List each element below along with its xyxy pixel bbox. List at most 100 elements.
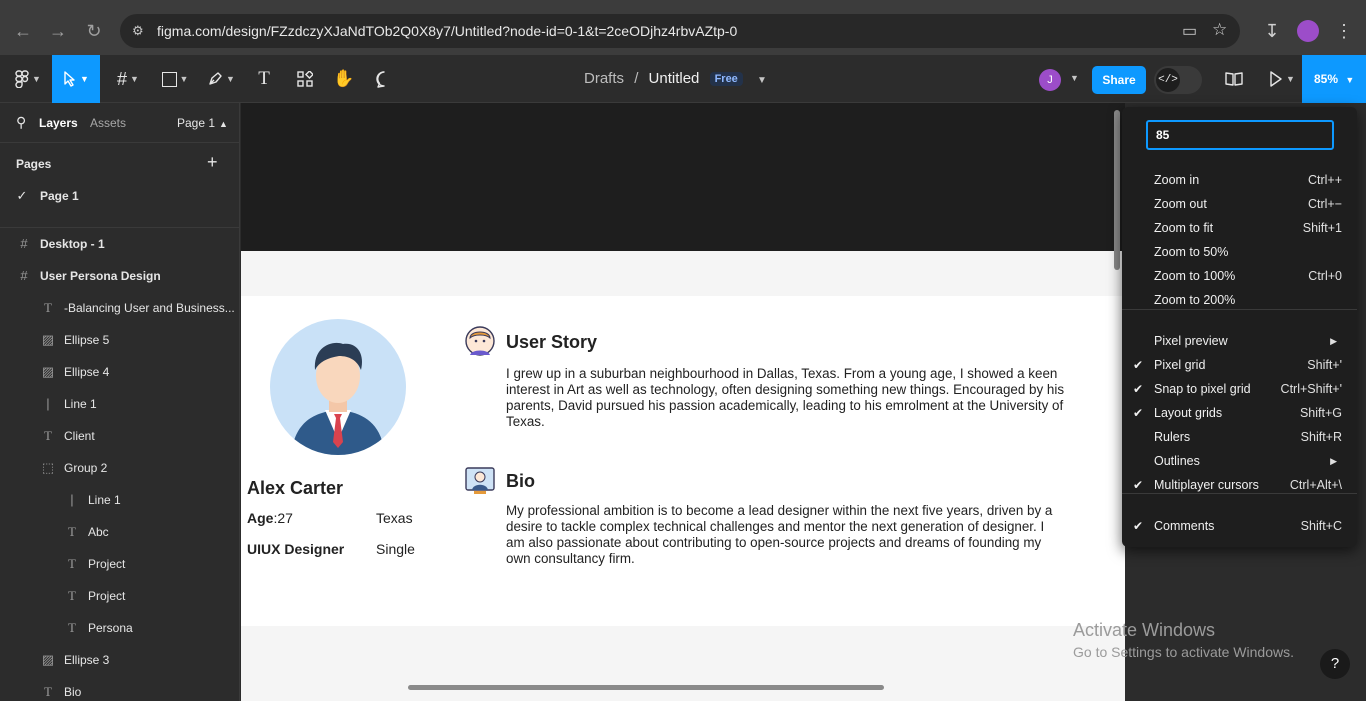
layer-row[interactable]: | Line 1 xyxy=(0,484,239,516)
zoom-menu-item[interactable]: Zoom in Ctrl++ xyxy=(1122,168,1357,192)
figma-toolbar: ▼ ▼ # ▼ ▼ ▼ T ✋ Drafts / Untitled Free ▼… xyxy=(0,55,1366,103)
chevron-down-icon: ▼ xyxy=(130,74,139,84)
dev-mode-toggle[interactable]: </> xyxy=(1154,66,1202,94)
layer-row[interactable]: T Abc xyxy=(0,516,239,548)
url-text[interactable]: figma.com/design/FZzdczyXJaNdTOb2Q0X8y7/… xyxy=(157,23,737,39)
page-selector[interactable]: Page 1 ▲ xyxy=(177,116,228,130)
horizontal-scrollbar[interactable] xyxy=(408,685,884,690)
breadcrumb-drafts[interactable]: Drafts xyxy=(584,70,624,87)
share-button[interactable]: Share xyxy=(1092,66,1146,94)
text-line: parents, David pursued his passion acade… xyxy=(506,398,1064,413)
move-tool-button[interactable]: ▼ xyxy=(52,55,100,103)
text-line: own consultancy firm. xyxy=(506,551,635,566)
pen-icon xyxy=(209,72,222,85)
zoom-menu-item[interactable]: Zoom to 100% Ctrl+0 xyxy=(1122,264,1357,288)
present-button[interactable]: ▼ xyxy=(1264,55,1300,103)
layer-row[interactable]: # User Persona Design xyxy=(0,260,239,292)
chevron-down-icon[interactable]: ▼ xyxy=(757,75,767,86)
menu-item-label: Zoom out xyxy=(1154,197,1207,211)
layer-row[interactable]: ▨ Ellipse 5 xyxy=(0,324,239,356)
chevron-down-icon: ▼ xyxy=(226,74,235,84)
layer-row[interactable]: T Persona xyxy=(0,612,239,644)
profile-avatar[interactable] xyxy=(1297,20,1319,42)
layer-row[interactable]: T -Balancing User and Business... xyxy=(0,292,239,324)
line-icon: | xyxy=(70,492,74,507)
main-menu-button[interactable]: ▼ xyxy=(8,55,48,103)
add-page-icon[interactable]: + xyxy=(207,152,218,173)
comment-tool-button[interactable] xyxy=(372,55,396,103)
layer-name: Client xyxy=(64,429,95,443)
zoom-menu-item[interactable]: Zoom to 200% xyxy=(1122,288,1357,312)
canvas[interactable]: Alex Carter Age:27 Texas UIUX Designer S… xyxy=(241,103,1125,701)
layer-row[interactable]: # Desktop - 1 xyxy=(0,228,239,260)
zoom-menu-item[interactable]: Rulers Shift+R xyxy=(1122,425,1357,449)
layer-row[interactable]: T Client xyxy=(0,420,239,452)
zoom-menu-item[interactable]: ✔ Pixel grid Shift+' xyxy=(1122,353,1357,377)
text-line: Texas. xyxy=(506,414,545,429)
bookmark-star-icon[interactable]: ☆ xyxy=(1212,20,1227,40)
zoom-value-input[interactable] xyxy=(1146,120,1334,150)
reload-icon[interactable]: ↻ xyxy=(83,20,105,42)
back-icon[interactable]: ← xyxy=(12,20,34,42)
site-settings-icon[interactable]: ⚙ xyxy=(132,23,144,39)
zoom-menu-item[interactable]: ✔ Comments Shift+C xyxy=(1122,514,1357,538)
zoom-menu-item[interactable]: Zoom to fit Shift+1 xyxy=(1122,216,1357,240)
text-icon: T xyxy=(68,588,76,603)
book-icon xyxy=(1225,72,1243,86)
download-icon[interactable]: ↧ xyxy=(1261,20,1283,42)
zoom-menu-item[interactable]: Zoom out Ctrl+− xyxy=(1122,192,1357,216)
check-icon: ✔ xyxy=(1133,358,1144,372)
layer-name: Persona xyxy=(88,621,133,635)
tab-layers[interactable]: Layers xyxy=(39,116,78,130)
text-line: I grew up in a suburban neighbourhood in… xyxy=(506,366,1058,381)
browser-menu-icon[interactable]: ⋮ xyxy=(1333,20,1355,42)
layer-row[interactable]: T Project xyxy=(0,580,239,612)
user-story-text: I grew up in a suburban neighbourhood in… xyxy=(506,366,1064,430)
tab-assets[interactable]: Assets xyxy=(90,116,126,130)
bio-text: My professional ambition is to become a … xyxy=(506,503,1052,567)
zoom-menu-item[interactable]: Zoom to 50% xyxy=(1122,240,1357,264)
vertical-scrollbar[interactable] xyxy=(1114,110,1120,270)
file-name[interactable]: Untitled xyxy=(649,70,700,87)
check-icon: ✔ xyxy=(1133,478,1144,492)
zoom-dropdown-button[interactable]: 85% ▼ xyxy=(1302,55,1366,103)
layer-row[interactable]: ▨ Ellipse 3 xyxy=(0,644,239,676)
resources-button[interactable] xyxy=(292,55,318,103)
layer-row[interactable]: T Project xyxy=(0,548,239,580)
layer-row[interactable]: ⬚ Group 2 xyxy=(0,452,239,484)
library-button[interactable] xyxy=(1222,55,1246,103)
menu-item-label: Pixel preview xyxy=(1154,334,1228,348)
layer-row[interactable]: ▨ Ellipse 4 xyxy=(0,356,239,388)
frame-tool-button[interactable]: # ▼ xyxy=(110,55,146,103)
user-avatar[interactable]: J xyxy=(1039,69,1061,91)
help-button[interactable]: ? xyxy=(1320,649,1350,679)
figma-logo-icon xyxy=(15,70,29,88)
layer-row[interactable]: | Line 1 xyxy=(0,388,239,420)
collaborators[interactable]: J ▼ xyxy=(1037,69,1083,91)
zoom-menu-item[interactable]: ✔ Multiplayer cursors Ctrl+Alt+\ xyxy=(1122,473,1357,497)
shape-tool-button[interactable]: ▼ xyxy=(156,55,194,103)
hand-tool-button[interactable]: ✋ xyxy=(332,55,356,103)
user-persona-frame[interactable]: Alex Carter Age:27 Texas UIUX Designer S… xyxy=(241,251,1125,701)
zoom-menu-item[interactable]: Outlines ▶ xyxy=(1122,449,1357,473)
menu-item-shortcut: Shift+' xyxy=(1307,358,1342,372)
no-tracking-icon[interactable]: ▭ xyxy=(1182,21,1197,41)
bio-icon xyxy=(465,467,495,494)
code-icon: </> xyxy=(1156,68,1180,92)
text-tool-button[interactable]: T xyxy=(252,55,276,103)
layer-name: Group 2 xyxy=(64,461,108,475)
text-line: am also passionate about contributing to… xyxy=(506,535,1042,550)
search-icon[interactable]: ⚲ xyxy=(16,114,26,131)
text-icon: T xyxy=(68,620,76,635)
rectangle-icon xyxy=(161,71,177,87)
zoom-menu-item[interactable]: Pixel preview ▶ xyxy=(1122,329,1357,353)
forward-icon[interactable]: → xyxy=(47,20,69,42)
zoom-menu-item[interactable]: ✔ Layout grids Shift+G xyxy=(1122,401,1357,425)
layer-row[interactable]: T Bio xyxy=(0,676,239,701)
address-bar[interactable]: ⚙ figma.com/design/FZzdczyXJaNdTOb2Q0X8y… xyxy=(120,14,1240,48)
pen-tool-button[interactable]: ▼ xyxy=(202,55,240,103)
cursor-arrow-icon xyxy=(64,71,75,87)
persona-role: UIUX Designer xyxy=(247,541,345,557)
zoom-menu-item[interactable]: ✔ Snap to pixel grid Ctrl+Shift+' xyxy=(1122,377,1357,401)
page-item[interactable]: ✓ Page 1 xyxy=(0,180,239,212)
